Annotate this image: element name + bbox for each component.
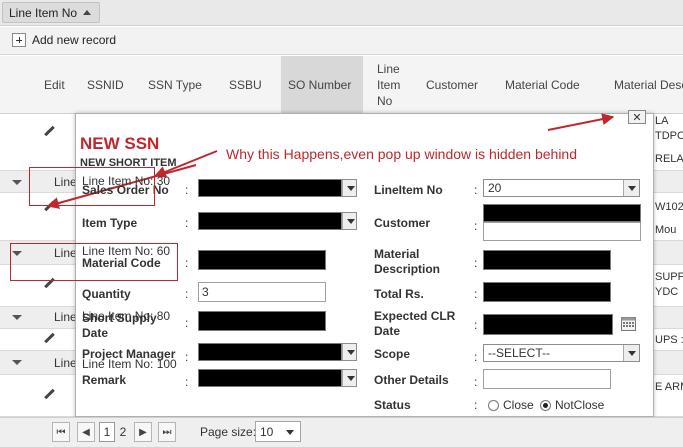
material-code-input[interactable] [198, 250, 326, 270]
other-details-input[interactable] [483, 369, 611, 389]
label-remark: Remark [82, 373, 127, 387]
chevron-down-icon [623, 345, 639, 361]
customer-field-1[interactable] [483, 204, 641, 222]
bleed-group-label-80: Line Item No: 80 [82, 309, 171, 323]
material-description-input[interactable] [483, 250, 611, 270]
chevron-down-icon [342, 344, 356, 360]
next-page-button[interactable]: ▶ [134, 422, 152, 442]
short-supply-date-input[interactable] [198, 311, 326, 331]
page-size-label: Page size: [200, 425, 257, 439]
colon: : [185, 316, 189, 330]
colon: : [185, 256, 189, 270]
colon: : [185, 350, 189, 364]
item-type-dropdown-button[interactable] [341, 212, 357, 230]
scope-value: --SELECT-- [488, 346, 551, 360]
chevron-down-icon [342, 180, 356, 196]
page-size-select[interactable]: 10 [255, 421, 301, 442]
remark-dropdown-button[interactable] [341, 369, 357, 387]
status-notclose-radio[interactable] [540, 400, 551, 411]
total-rs-input[interactable] [483, 282, 611, 302]
page-1-button[interactable]: 1 [99, 422, 115, 442]
scope-select[interactable]: --SELECT-- [483, 344, 640, 362]
first-page-icon: ⏮ [56, 426, 66, 438]
colon: : [474, 398, 478, 412]
colon: : [185, 287, 189, 301]
colon: : [474, 256, 478, 270]
colon: : [185, 375, 189, 389]
prev-page-button[interactable]: ◀ [77, 422, 95, 442]
line-item-no-value: 20 [488, 181, 502, 195]
chevron-down-icon [342, 370, 356, 386]
line-item-no-select[interactable]: 20 [483, 179, 640, 197]
colon: : [474, 350, 478, 364]
label-line-item-no: LineItem No [374, 183, 443, 197]
page-2-button[interactable]: 2 [117, 422, 129, 442]
quantity-input[interactable]: 3 [198, 282, 326, 302]
chevron-down-icon [342, 213, 356, 229]
last-page-icon: ⏭ [162, 426, 172, 438]
colon: : [474, 219, 478, 233]
label-customer: Customer [374, 216, 431, 230]
status-close-label: Close [503, 398, 534, 412]
status-notclose-label: NotClose [555, 398, 605, 412]
calendar-icon[interactable] [621, 317, 636, 331]
arrow-to-close [547, 113, 615, 131]
remark-select[interactable] [198, 369, 342, 387]
colon: : [474, 375, 478, 389]
label-scope: Scope [374, 347, 411, 361]
sales-order-dropdown-button[interactable] [341, 179, 357, 197]
next-page-icon: ▶ [139, 426, 147, 438]
label-item-type: Item Type [82, 216, 138, 230]
annotation-box-row-30 [29, 167, 155, 206]
label-material-description: Material Description [374, 247, 441, 276]
label-expected-clr-date: Expected CLR Date [374, 309, 456, 338]
chevron-down-icon [623, 180, 639, 196]
bleed-group-label-100: Line Item No: 100 [82, 357, 177, 371]
chevron-down-icon [286, 430, 294, 435]
label-quantity: Quantity [82, 287, 131, 301]
colon: : [185, 216, 189, 230]
customer-field-2[interactable] [483, 222, 641, 241]
annotation-box-row-60 [10, 243, 178, 281]
page-size-value: 10 [260, 424, 274, 439]
project-manager-select[interactable] [198, 343, 342, 361]
colon: : [185, 183, 189, 197]
sales-order-no-select[interactable] [198, 179, 342, 197]
label-other-details: Other Details [374, 373, 449, 387]
colon: : [474, 287, 478, 301]
expected-clr-date-input[interactable] [483, 314, 613, 335]
last-page-button[interactable]: ⏭ [158, 422, 176, 442]
first-page-button[interactable]: ⏮ [52, 422, 70, 442]
project-manager-dropdown-button[interactable] [341, 343, 357, 361]
colon: : [474, 183, 478, 197]
status-close-radio[interactable] [488, 400, 499, 411]
colon: : [474, 318, 478, 332]
label-total-rs: Total Rs. [374, 287, 424, 301]
arrow-to-sales-order [153, 150, 218, 178]
label-status: Status [374, 398, 411, 412]
prev-page-icon: ◀ [82, 426, 90, 438]
item-type-select[interactable] [198, 212, 342, 230]
